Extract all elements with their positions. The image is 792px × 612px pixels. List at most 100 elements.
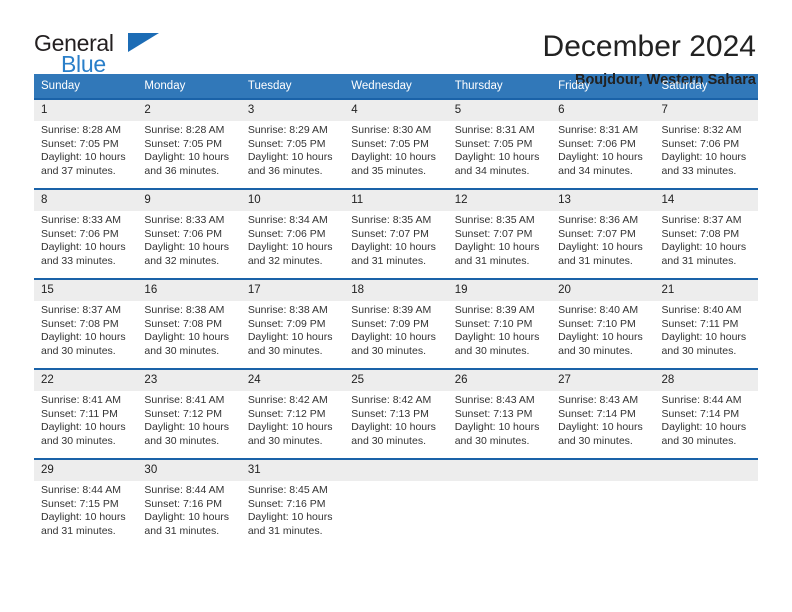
sunset-text: Sunset: 7:07 PM (454, 227, 533, 240)
day-cell[interactable]: Sunrise: 8:43 AM Sunset: 7:13 PM Dayligh… (448, 391, 551, 458)
day-number[interactable]: 15 (34, 280, 137, 301)
day-cell[interactable]: Sunrise: 8:42 AM Sunset: 7:12 PM Dayligh… (241, 391, 344, 458)
day-cell[interactable]: Sunrise: 8:38 AM Sunset: 7:09 PM Dayligh… (241, 301, 344, 368)
day-number[interactable]: 6 (551, 100, 654, 121)
day-number[interactable]: 26 (448, 370, 551, 391)
day-number[interactable]: 21 (655, 280, 758, 301)
day-number[interactable]: 7 (655, 100, 758, 121)
day-cell[interactable]: Sunrise: 8:29 AM Sunset: 7:05 PM Dayligh… (241, 121, 344, 188)
day-number[interactable]: 18 (344, 280, 447, 301)
sunset-text: Sunset: 7:16 PM (144, 497, 223, 510)
day-cell[interactable]: Sunrise: 8:40 AM Sunset: 7:11 PM Dayligh… (655, 301, 758, 368)
daylight-text-line1: Daylight: 10 hours (454, 421, 540, 434)
daylight-text-line1: Daylight: 10 hours (558, 421, 643, 434)
daylight-text-line2: and 30 minutes. (351, 434, 426, 447)
day-cell[interactable]: Sunrise: 8:36 AM Sunset: 7:07 PM Dayligh… (551, 211, 654, 278)
day-cell[interactable]: Sunrise: 8:34 AM Sunset: 7:06 PM Dayligh… (241, 211, 344, 278)
daylight-text-line1: Daylight: 10 hours (144, 241, 230, 254)
day-cell[interactable]: Sunrise: 8:41 AM Sunset: 7:12 PM Dayligh… (137, 391, 240, 458)
day-number[interactable]: 12 (448, 190, 551, 211)
daylight-text-line1: Daylight: 10 hours (247, 151, 333, 164)
day-number[interactable]: 16 (137, 280, 240, 301)
day-number-band: 22 23 24 25 26 27 28 (34, 370, 758, 391)
sunrise-text: Sunrise: 8:42 AM (247, 394, 328, 406)
day-number[interactable]: 9 (137, 190, 240, 211)
day-number[interactable]: 25 (344, 370, 447, 391)
day-number[interactable]: 14 (655, 190, 758, 211)
day-number-empty (448, 460, 551, 481)
daylight-text-line1: Daylight: 10 hours (41, 331, 126, 344)
sunrise-text: Sunrise: 8:39 AM (454, 304, 535, 316)
day-number[interactable]: 17 (241, 280, 344, 301)
day-number[interactable]: 4 (344, 100, 447, 121)
sunrise-text: Sunrise: 8:35 AM (454, 214, 535, 226)
day-number[interactable]: 31 (241, 460, 344, 481)
weekday-header-friday: Friday (558, 80, 591, 92)
daylight-text-line1: Daylight: 10 hours (144, 331, 230, 344)
daylight-text-line1: Daylight: 10 hours (144, 511, 230, 524)
day-cell[interactable]: Sunrise: 8:37 AM Sunset: 7:08 PM Dayligh… (655, 211, 758, 278)
daylight-text-line1: Daylight: 10 hours (454, 151, 540, 164)
sunrise-text: Sunrise: 8:44 AM (661, 394, 742, 406)
day-cell[interactable]: Sunrise: 8:42 AM Sunset: 7:13 PM Dayligh… (344, 391, 447, 458)
day-cell[interactable]: Sunrise: 8:32 AM Sunset: 7:06 PM Dayligh… (655, 121, 758, 188)
day-detail-band: Sunrise: 8:41 AM Sunset: 7:11 PM Dayligh… (34, 391, 758, 458)
day-cell[interactable]: Sunrise: 8:28 AM Sunset: 7:05 PM Dayligh… (34, 121, 137, 188)
day-number-empty (655, 460, 758, 481)
day-number[interactable]: 5 (448, 100, 551, 121)
day-number[interactable]: 1 (34, 100, 137, 121)
sunset-text: Sunset: 7:06 PM (41, 227, 119, 240)
day-cell[interactable]: Sunrise: 8:38 AM Sunset: 7:08 PM Dayligh… (137, 301, 240, 368)
day-number[interactable]: 27 (551, 370, 654, 391)
sunset-text: Sunset: 7:10 PM (558, 317, 636, 330)
day-number[interactable]: 30 (137, 460, 240, 481)
day-cell[interactable]: Sunrise: 8:33 AM Sunset: 7:06 PM Dayligh… (34, 211, 137, 278)
day-cell[interactable]: Sunrise: 8:30 AM Sunset: 7:05 PM Dayligh… (344, 121, 447, 188)
day-cell[interactable]: Sunrise: 8:31 AM Sunset: 7:06 PM Dayligh… (551, 121, 654, 188)
sunrise-text: Sunrise: 8:44 AM (41, 484, 121, 496)
day-cell[interactable]: Sunrise: 8:44 AM Sunset: 7:14 PM Dayligh… (655, 391, 758, 458)
day-cell[interactable]: Sunrise: 8:37 AM Sunset: 7:08 PM Dayligh… (34, 301, 137, 368)
sunrise-text: Sunrise: 8:39 AM (351, 304, 432, 316)
day-cell[interactable]: Sunrise: 8:44 AM Sunset: 7:16 PM Dayligh… (137, 481, 240, 548)
day-number[interactable]: 3 (241, 100, 344, 121)
day-number[interactable]: 24 (241, 370, 344, 391)
day-cell[interactable]: Sunrise: 8:45 AM Sunset: 7:16 PM Dayligh… (241, 481, 344, 548)
day-cell[interactable]: Sunrise: 8:44 AM Sunset: 7:15 PM Dayligh… (34, 481, 137, 548)
day-number[interactable]: 20 (551, 280, 654, 301)
day-number[interactable]: 22 (34, 370, 137, 391)
generalblue-logo[interactable]: General Blue (34, 30, 164, 82)
sunrise-text: Sunrise: 8:41 AM (144, 394, 225, 406)
sunset-text: Sunset: 7:10 PM (454, 317, 533, 330)
day-cell[interactable]: Sunrise: 8:39 AM Sunset: 7:10 PM Dayligh… (448, 301, 551, 368)
day-cell[interactable]: Sunrise: 8:31 AM Sunset: 7:05 PM Dayligh… (448, 121, 551, 188)
day-cell-empty (551, 481, 654, 548)
day-number[interactable]: 23 (137, 370, 240, 391)
day-cell[interactable]: Sunrise: 8:40 AM Sunset: 7:10 PM Dayligh… (551, 301, 654, 368)
day-cell[interactable]: Sunrise: 8:39 AM Sunset: 7:09 PM Dayligh… (344, 301, 447, 368)
day-number[interactable]: 11 (344, 190, 447, 211)
week-row: 29 30 31 Sunrise: 8:44 AM Sunset: 7:15 P… (34, 458, 758, 548)
day-cell[interactable]: Sunrise: 8:35 AM Sunset: 7:07 PM Dayligh… (344, 211, 447, 278)
daylight-text-line2: and 36 minutes. (144, 164, 220, 177)
day-cell[interactable]: Sunrise: 8:28 AM Sunset: 7:05 PM Dayligh… (137, 121, 240, 188)
blue-triangle-flag-icon (128, 33, 159, 52)
day-cell[interactable]: Sunrise: 8:35 AM Sunset: 7:07 PM Dayligh… (448, 211, 551, 278)
sunset-text: Sunset: 7:12 PM (247, 407, 326, 420)
day-number[interactable]: 2 (137, 100, 240, 121)
sunrise-text: Sunrise: 8:35 AM (351, 214, 432, 226)
daylight-text-line2: and 36 minutes. (247, 164, 323, 177)
day-cell-empty (448, 481, 551, 548)
day-number[interactable]: 8 (34, 190, 137, 211)
day-number[interactable]: 13 (551, 190, 654, 211)
day-number[interactable]: 28 (655, 370, 758, 391)
sunset-text: Sunset: 7:07 PM (351, 227, 429, 240)
day-number[interactable]: 29 (34, 460, 137, 481)
day-number[interactable]: 10 (241, 190, 344, 211)
day-number-empty (344, 460, 447, 481)
day-cell[interactable]: Sunrise: 8:33 AM Sunset: 7:06 PM Dayligh… (137, 211, 240, 278)
day-number[interactable]: 19 (448, 280, 551, 301)
day-cell[interactable]: Sunrise: 8:43 AM Sunset: 7:14 PM Dayligh… (551, 391, 654, 458)
day-cell[interactable]: Sunrise: 8:41 AM Sunset: 7:11 PM Dayligh… (34, 391, 137, 458)
daylight-text-line2: and 30 minutes. (558, 434, 633, 447)
